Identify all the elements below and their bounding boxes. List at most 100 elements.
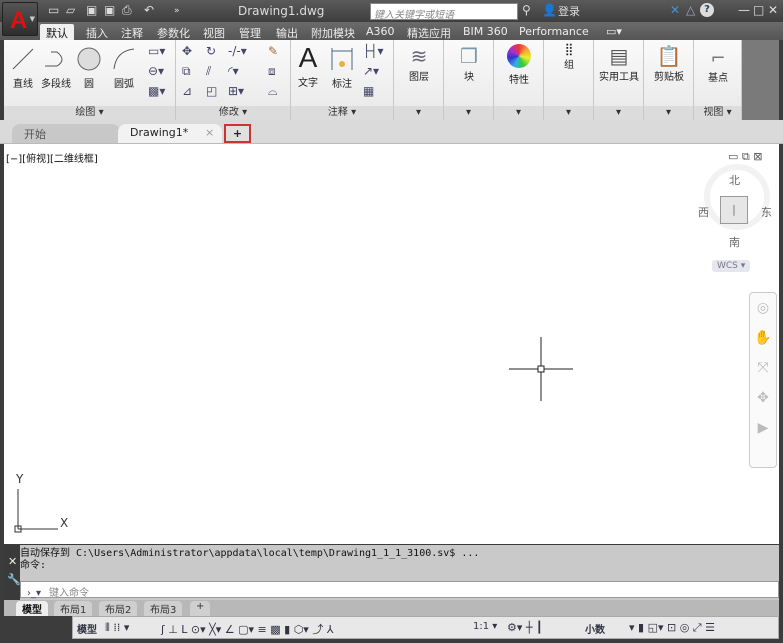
document-title: Drawing1.dwg — [238, 4, 325, 18]
tab-layout1[interactable]: 布局1 — [54, 601, 93, 616]
utilities-panel[interactable]: ▤ 实用工具 ▾ — [594, 40, 644, 120]
customize-wrench-icon[interactable]: 🔧 — [7, 573, 21, 586]
ellipse-icon[interactable]: ⊖▾ — [148, 64, 164, 78]
leader-icon[interactable]: ↗▾ — [363, 64, 379, 78]
save-icon[interactable]: ▣ — [86, 3, 97, 17]
new-icon[interactable]: ▭ — [48, 3, 59, 17]
modify-panel-title[interactable]: 修改 ▾ — [176, 106, 290, 120]
showmotion-icon[interactable]: ▶ — [750, 413, 776, 443]
hatch-icon[interactable]: ▩▾ — [148, 84, 165, 98]
workspace-icon[interactable]: ⚙▾ ┼ ┃ — [507, 621, 543, 634]
erase-icon[interactable]: ✎ — [268, 44, 278, 58]
text-tool[interactable]: A 文字 — [293, 42, 323, 89]
trim-icon[interactable]: -/-▾ — [228, 44, 247, 58]
dimension-tool[interactable]: 标注 — [327, 46, 357, 90]
search-input[interactable]: 键入关键字或短语 — [370, 3, 518, 21]
steering-wheel-icon[interactable]: ◎ — [750, 293, 776, 323]
tab-featured-apps[interactable]: 精选应用 — [401, 24, 457, 40]
polyline-tool[interactable]: 多段线 — [38, 46, 74, 90]
sign-in-button[interactable]: 登录 — [558, 3, 580, 19]
grid-icon[interactable]: ⦀ ⁞⁞ ▾ — [105, 621, 129, 635]
new-tab-button[interactable]: + — [224, 124, 251, 143]
exchange-icon[interactable]: ✕ — [670, 3, 680, 17]
more-icon[interactable]: » — [174, 6, 180, 16]
line-tool[interactable]: 直线 — [8, 46, 38, 90]
close-tab-icon[interactable]: × — [205, 126, 214, 139]
offset-icon[interactable]: ⌓ — [268, 84, 278, 99]
drawing-canvas[interactable]: [−][俯视][二维线框] ▭ ⧉ ⊠ 北 南 东 西 | WCS ▾ ◎ ✋ ⤧ ✥… — [4, 144, 779, 544]
ribbon-toggle-icon[interactable]: ▭▾ — [600, 24, 628, 40]
print-icon[interactable]: ⎙ — [122, 3, 132, 18]
model-space-button[interactable]: 模型 — [77, 621, 97, 636]
viewport-controls[interactable]: [−][俯视][二维线框] — [6, 150, 98, 165]
viewcube-top-face[interactable]: | — [720, 196, 748, 224]
application-menu-button[interactable]: A ▼ — [2, 2, 38, 36]
copy-icon[interactable]: ⧉ — [182, 64, 191, 79]
pan-icon[interactable]: ✋ — [750, 323, 776, 353]
table-icon[interactable]: ▦ — [363, 84, 374, 98]
layers-panel[interactable]: ≋ 图层 ▾ — [394, 40, 444, 120]
add-layout-button[interactable]: + — [190, 601, 211, 616]
open-icon[interactable]: ▱ — [66, 3, 75, 17]
orbit-icon[interactable]: ✥ — [750, 383, 776, 413]
close-button[interactable]: ✕ — [768, 3, 778, 17]
circle-tool[interactable]: 圆 — [74, 46, 104, 90]
tab-performance[interactable]: Performance — [513, 24, 595, 40]
help-button[interactable]: ? — [700, 3, 714, 17]
binoculars-icon[interactable]: ⚲ — [522, 3, 531, 17]
tab-start[interactable]: 开始 — [12, 124, 120, 143]
snap-icons[interactable]: ʃ ⊥ L ⊙▾ ╳▾ ∠ ▢▾ ≡ ▩ ▮ ⬡▾ ⤴ ⅄ — [161, 621, 334, 637]
command-prompt-icon[interactable]: ›_▾ — [27, 588, 41, 599]
undo-icon[interactable]: ↶ — [144, 3, 154, 17]
compass-north[interactable]: 北 — [729, 172, 740, 188]
mirror-icon[interactable]: ⫽ — [206, 64, 211, 79]
tab-insert[interactable]: 插入 — [80, 24, 114, 40]
annotation-scale[interactable]: 1:1 ▾ — [473, 621, 497, 632]
zoom-extents-icon[interactable]: ⤧ — [750, 353, 776, 383]
linear-dimension-icon[interactable]: ├┤▾ — [363, 44, 383, 58]
wcs-menu[interactable]: WCS ▾ — [712, 260, 751, 272]
units-dropdown[interactable]: 小数 — [585, 621, 605, 636]
draw-panel-title[interactable]: 绘图 ▾ — [4, 106, 175, 120]
scale-icon[interactable]: ◰ — [206, 84, 217, 98]
tab-parametric[interactable]: 参数化 — [151, 24, 196, 40]
clipboard-panel[interactable]: 📋 剪贴板 ▾ — [644, 40, 694, 120]
compass-west[interactable]: 西 — [698, 204, 709, 220]
rectangle-icon[interactable]: ▭▾ — [148, 44, 165, 58]
base-view-tool[interactable]: ⌐ 基点 — [694, 48, 742, 84]
tab-output[interactable]: 输出 — [270, 24, 304, 40]
tab-annotate[interactable]: 注释 — [115, 24, 149, 40]
explode-icon[interactable]: ⧈ — [268, 64, 276, 79]
tab-manage[interactable]: 管理 — [233, 24, 267, 40]
fillet-icon[interactable]: ◜▾ — [228, 64, 239, 78]
maximize-button[interactable]: □ — [753, 3, 764, 17]
viewport-window-controls[interactable]: ▭ ⧉ ⊠ — [728, 150, 762, 164]
move-icon[interactable]: ✥ — [182, 44, 192, 58]
arc-tool[interactable]: 圆弧 — [106, 46, 142, 90]
tab-a360[interactable]: A360 — [360, 24, 401, 40]
array-icon[interactable]: ⊞▾ — [228, 84, 244, 98]
minimize-button[interactable]: — — [738, 3, 750, 17]
close-command-icon[interactable]: ✕ — [8, 555, 17, 568]
tab-bim360[interactable]: BIM 360 — [457, 24, 514, 40]
save-as-icon[interactable]: ▣ — [104, 3, 115, 17]
tab-addins[interactable]: 附加模块 — [305, 24, 361, 40]
tab-layout2[interactable]: 布局2 — [99, 601, 138, 616]
compass-east[interactable]: 东 — [761, 204, 772, 220]
view-panel-title[interactable]: 视图 ▾ — [694, 106, 741, 120]
command-input[interactable]: ›_▾ 键入命令 — [20, 581, 779, 599]
rotate-icon[interactable]: ↻ — [206, 44, 216, 58]
tab-layout3[interactable]: 布局3 — [144, 601, 183, 616]
compass-south[interactable]: 南 — [729, 234, 740, 250]
block-panel[interactable]: ❒ 块 ▾ — [444, 40, 494, 120]
annotation-panel-title[interactable]: 注释 ▾ — [291, 106, 393, 120]
units-dropdown-arrow[interactable]: ▾ ▮ ◱▾ ⊡ ◎ ⤢ ☰ — [629, 621, 715, 635]
stretch-icon[interactable]: ⊿ — [182, 84, 192, 98]
autodesk-icon[interactable]: △ — [686, 3, 695, 17]
user-icon[interactable]: 👤 — [542, 3, 557, 17]
tab-model[interactable]: 模型 — [16, 601, 48, 616]
tab-default[interactable]: 默认 — [40, 24, 74, 40]
group-panel[interactable]: ⣿ 组 ▾ — [544, 40, 594, 120]
properties-panel[interactable]: 特性 ▾ — [494, 40, 544, 120]
tab-view[interactable]: 视图 — [197, 24, 231, 40]
